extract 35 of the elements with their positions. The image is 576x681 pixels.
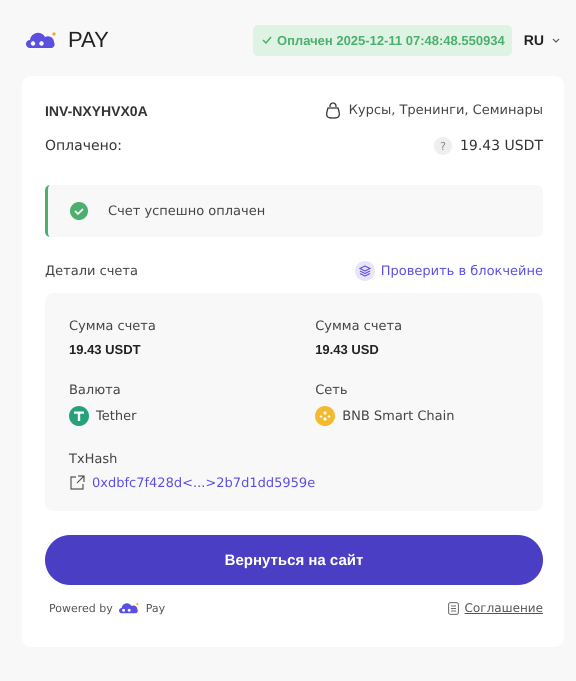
language-selector[interactable]: RU [520, 32, 564, 48]
invoice-id: INV-NXYHVX0A [45, 102, 148, 118]
shopping-bag-icon [324, 102, 341, 119]
paid-label: Оплачено: [45, 138, 122, 154]
alert-text: Счет успешно оплачен [108, 204, 266, 218]
agreement-link[interactable]: Соглашение [464, 601, 543, 615]
detail-label: Сумма счета [69, 319, 157, 334]
logo-text: PAY [68, 27, 109, 53]
blockchain-link[interactable]: Проверить в блокчейне [354, 261, 543, 281]
cloud-logo-icon [26, 31, 58, 49]
document-icon [448, 602, 459, 614]
powered-by-text: Powered by [49, 602, 113, 614]
check-icon [262, 36, 272, 44]
category-text: Курсы, Тренинги, Семинары [348, 103, 543, 118]
tx-hash-link[interactable]: 0xdbfc7f428d<...>2b7d1dd5959e [92, 476, 316, 490]
detail-label: Валюта [69, 383, 122, 398]
tether-coin-icon [69, 406, 89, 426]
status-text: Оплачен 2025-12-11 07:48:48.550934 [276, 32, 505, 48]
detail-value: 19.43 USDT [69, 342, 142, 357]
detail-label: Сумма счета [315, 319, 404, 334]
brand-text: Pay [146, 602, 166, 614]
caret-icon [552, 38, 560, 42]
return-button[interactable]: Вернуться на сайт [45, 535, 543, 585]
check-circle-icon [70, 202, 88, 220]
external-link-icon [69, 475, 85, 491]
section-title: Детали счета [45, 264, 138, 278]
paid-amount: 19.43 USDT [460, 138, 543, 154]
detail-label: Сеть [315, 383, 349, 398]
detail-label: TxHash [69, 452, 118, 467]
cloud-logo-icon [118, 602, 140, 614]
layers-icon [354, 261, 375, 281]
detail-value: BNB Smart Chain [342, 408, 454, 424]
detail-value: Tether [96, 408, 136, 424]
detail-value: 19.43 USD [315, 342, 380, 357]
bnb-coin-icon [315, 406, 336, 426]
